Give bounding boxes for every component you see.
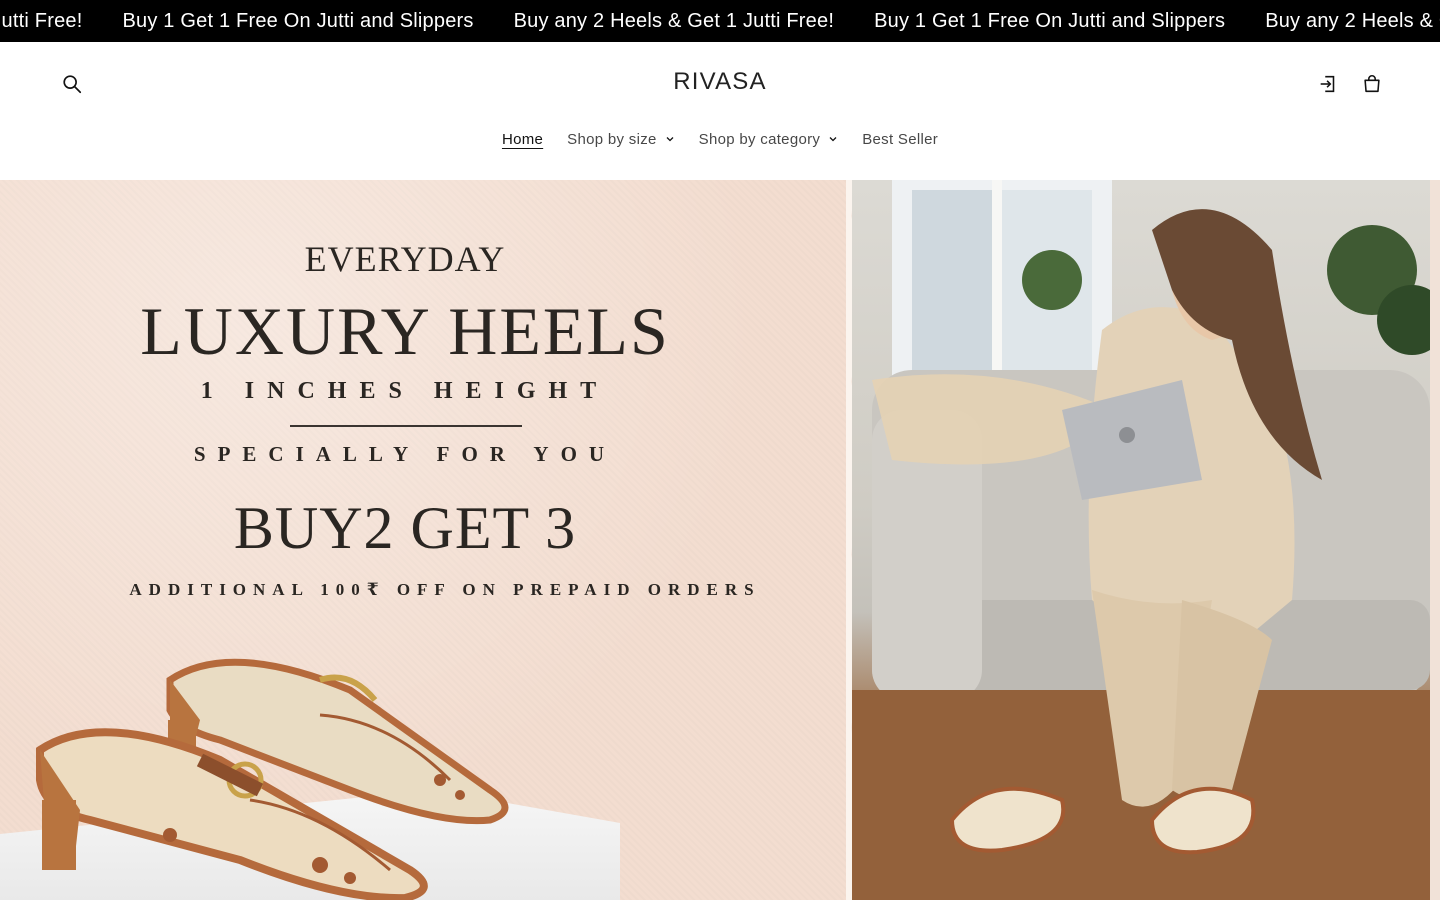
- chevron-down-icon: [829, 137, 837, 142]
- hero-offer: BUY2 GET 3: [233, 495, 577, 561]
- site-logo[interactable]: RIVASA: [620, 68, 820, 96]
- nav-item-label: Home: [501, 130, 544, 148]
- hero-banner[interactable]: EVERYDAY LUXURY HEELS 1 INCHES HEIGHT SP…: [0, 180, 1440, 900]
- announcement-item[interactable]: Buy 1 Get 1 Free On Jutti and Slippers: [122, 0, 513, 42]
- cart-icon: [1364, 75, 1380, 93]
- announcement-bar: Buy any 2 Heels & Get 1 Jutti Free! Buy …: [0, 0, 1440, 42]
- hero-heading-luxury-heels: LUXURY HEELS: [140, 293, 670, 369]
- model-lifestyle-image: [852, 180, 1430, 900]
- main-nav: Home Shop by size Shop by category Best …: [0, 126, 1440, 152]
- announcement-track: Buy any 2 Heels & Get 1 Jutti Free! Buy …: [0, 0, 1440, 42]
- search-button[interactable]: [50, 62, 94, 106]
- account-button[interactable]: [1306, 62, 1350, 106]
- account-icon: [1320, 75, 1335, 93]
- cart-button[interactable]: [1350, 62, 1394, 106]
- nav-item-label: Shop by category: [698, 130, 821, 148]
- nav-item-shop-by-category[interactable]: Shop by category: [687, 131, 851, 148]
- hero-offer-note: ADDITIONAL 100₹ OFF ON PREPAID ORDERS: [129, 580, 761, 599]
- nav-item-shop-by-size[interactable]: Shop by size: [555, 131, 686, 148]
- nav-item-label: Best Seller: [862, 130, 939, 148]
- hero-heading-everyday: EVERYDAY: [304, 239, 506, 279]
- announcement-item[interactable]: Buy 1 Get 1 Free On Jutti and Slippers: [874, 0, 1265, 42]
- nav-item-label: Shop by size: [567, 130, 657, 148]
- nav-item-best-seller[interactable]: Best Seller: [850, 131, 950, 148]
- product-shoes-image: [36, 658, 509, 900]
- announcement-item[interactable]: Buy any 2 Heels & Get 1 Jutti Free!: [514, 0, 874, 42]
- nav-item-home[interactable]: Home: [490, 131, 555, 148]
- hero-promo-panel: EVERYDAY LUXURY HEELS 1 INCHES HEIGHT SP…: [0, 180, 860, 900]
- hero-divider: [290, 425, 522, 427]
- announcement-item[interactable]: Buy any 2 Heels & Get 1 Jutti Free!: [1265, 0, 1440, 42]
- hero-right-edge: [1430, 180, 1440, 900]
- search-icon: [63, 75, 82, 94]
- hero-subheading-height: 1 INCHES HEIGHT: [200, 378, 610, 404]
- chevron-down-icon: [666, 137, 674, 142]
- hero-subheading-special: SPECIALLY FOR YOU: [193, 442, 617, 466]
- site-header: RIVASA Home Shop by size Shop by categor…: [0, 42, 1440, 180]
- announcement-item[interactable]: Buy any 2 Heels & Get 1 Jutti Free!: [0, 0, 122, 42]
